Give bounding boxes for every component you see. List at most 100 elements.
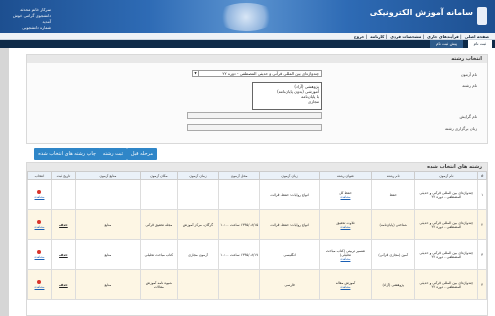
col-header: انتخاب [27, 171, 52, 180]
course-select-value: چندواژه‌ای بین المللی قرآنی و حدیثی المص… [222, 71, 319, 76]
study-lang-label: زبان برگزاری رشته [445, 126, 477, 131]
row-title: تفسیر تربیتی (کتاب مباحث تحلیلی) مشاهده [318, 239, 373, 270]
prev-step-button[interactable]: مرحله قبل [126, 148, 157, 160]
view-link[interactable]: مشاهده [29, 255, 50, 259]
tab-bar [0, 40, 495, 48]
col-header: مکان آزمون [139, 171, 178, 180]
course-select[interactable]: چندواژه‌ای بین المللی قرآنی و حدیثی المص… [192, 70, 322, 77]
selected-field-label: نام گرایش [459, 114, 477, 119]
row-reg [50, 179, 76, 210]
row-exam: چندواژه‌ای بین المللی قرآنی و حدیثی المص… [414, 239, 479, 270]
user-line: شماره دانشجویی [22, 25, 51, 30]
left-scroll-strip [0, 48, 9, 316]
row-title: آموزش مقاله مشاهده [318, 269, 373, 300]
site-logo-text: سامانه آموزش الکترونیکی [369, 8, 473, 17]
row-time [176, 179, 220, 210]
print-fields-button[interactable]: چاپ رشته های انتخاب شده [34, 148, 100, 160]
row-select: مشاهده [27, 179, 52, 210]
field-listbox[interactable]: پژوهشی (آزاد) آموزشی (بدون پایان‌نامه) ب… [252, 82, 322, 110]
delete-link[interactable]: حذف [50, 269, 76, 300]
delete-icon[interactable] [37, 190, 42, 194]
row-exam: چندواژه‌ای بین المللی قرآنی و حدیثی المص… [414, 179, 479, 210]
main-nav: صفحه اصلی | فرآیندهای جاری | مشخصات فردی… [354, 34, 489, 39]
row-select: مشاهده [27, 239, 52, 270]
study-lang-input[interactable] [187, 124, 322, 131]
field-option[interactable]: مجازی [255, 99, 319, 104]
col-header: # [477, 171, 487, 180]
row-exam: چندواژه‌ای بین المللی قرآنی و حدیثی المص… [414, 269, 479, 300]
course-label: نام آزمون [460, 72, 477, 77]
view-link[interactable]: مشاهده [321, 195, 370, 199]
col-header: زمان آزمون [176, 171, 220, 180]
row-title-text: آموزش مقاله [335, 280, 356, 285]
row-lang: فارسی [259, 269, 320, 300]
row-sources: منابع [74, 269, 141, 300]
row-num: ۳ [477, 239, 487, 270]
col-header: محل آزمون [218, 171, 261, 180]
selection-panel-title: انتخاب رشته [27, 55, 487, 63]
delete-icon[interactable] [37, 220, 42, 224]
view-link[interactable]: مشاهده [29, 285, 50, 289]
col-header: نام آزمون [414, 171, 479, 180]
row-num: ۴ [477, 269, 487, 300]
logo-emblem-icon [477, 7, 487, 25]
delete-link[interactable]: حذف [50, 239, 76, 270]
nav-item-transcript[interactable]: | کارنامه [370, 34, 387, 39]
row-num: ۲ [477, 209, 487, 240]
row-field: شناختی (پایان‌نامه) [371, 209, 416, 240]
col-header: منابع آزمون [74, 171, 141, 180]
tab-registration[interactable]: ثبت نام [467, 40, 492, 48]
row-place: ۱۳۹۵/۰۸/۱۵ ساعت ۱۰:۰۰ [218, 209, 261, 240]
row-title-text: تلاوت تحقیق [336, 220, 355, 225]
row-title: تلاوت تحقیق مشاهده [318, 209, 373, 240]
nav-item-home[interactable]: صفحه اصلی [465, 34, 489, 39]
row-time: گرگان، مرکز آموزش [176, 209, 220, 240]
row-venue: شیوه نامه آموزش مقالات [139, 269, 178, 300]
view-link[interactable]: مشاهده [29, 195, 50, 199]
save-field-button[interactable]: ثبت رشته [98, 148, 127, 160]
row-title-text: حفظ کل [339, 190, 352, 195]
row-field: پژوهشی (آزاد) [371, 269, 416, 300]
table-row: ۲ چندواژه‌ای بین المللی قرآنی و حدیثی ال… [27, 209, 487, 240]
row-field: آمین (مجازی قرآنی) [371, 239, 416, 270]
header-ornament [215, 3, 277, 31]
nav-item-profile[interactable]: | مشخصات فردی [390, 34, 424, 39]
view-link[interactable]: مشاهده [321, 285, 370, 289]
view-link[interactable]: مشاهده [321, 257, 370, 261]
row-lang: انگلیسی [259, 239, 320, 270]
user-line: دانشجوی گرامی خوش آمدید [12, 13, 51, 24]
delete-icon[interactable] [37, 250, 42, 254]
row-lang: انواع روایات: حفظ، قرائت [259, 209, 320, 240]
row-num: ۱ [477, 179, 487, 210]
table-header-row: # نام آزمون نام رشته عنوان رشته زبان آزم… [27, 171, 487, 180]
row-sources: منابع [74, 209, 141, 240]
view-link[interactable]: مشاهده [29, 225, 50, 229]
row-select: مشاهده [27, 209, 52, 240]
row-venue [139, 179, 178, 210]
row-place [218, 269, 261, 300]
table-row: ۴ چندواژه‌ای بین المللی قرآنی و حدیثی ال… [27, 269, 487, 300]
view-link[interactable]: مشاهده [321, 225, 370, 229]
selected-fields-table: # نام آزمون نام رشته عنوان رشته زبان آزم… [27, 171, 487, 300]
table-row: ۱ چندواژه‌ای بین المللی قرآنی و حدیثی ال… [27, 179, 487, 210]
col-header: تاریخ ثبت [50, 171, 76, 180]
delete-link[interactable]: حذف [50, 209, 76, 240]
row-place: ۱۳۹۵/۰۸/۱۷ ساعت ۱۰:۰۰ [218, 239, 261, 270]
row-title: حفظ کل مشاهده [318, 179, 373, 210]
selected-field-input[interactable] [187, 112, 322, 119]
delete-icon[interactable] [37, 280, 42, 284]
row-sources: منابع [74, 239, 141, 270]
row-venue: کتاب مباحث تحلیلی [139, 239, 178, 270]
nav-item-logout[interactable]: | خروج [354, 34, 368, 39]
field-label: نام رشته [462, 83, 477, 88]
row-sources [74, 179, 141, 210]
row-time: آزمون مجازی [176, 239, 220, 270]
chevron-down-icon: ▼ [193, 71, 199, 76]
row-field: حفظ [371, 179, 416, 210]
nav-item-processes[interactable]: | فرآیندهای جاری [427, 34, 461, 39]
row-title-text: تفسیر تربیتی (کتاب مباحث تحلیلی) [325, 248, 366, 257]
selected-fields-title: رشته های انتخاب شده [27, 163, 487, 171]
tab-pre-registration[interactable]: پیش ثبت نام [429, 40, 463, 48]
user-info: سرکار خانم محدثه دانشجوی گرامی خوش آمدید… [6, 7, 51, 31]
selection-panel: انتخاب رشته نام آزمون چندواژه‌ای بین الم… [26, 54, 488, 144]
